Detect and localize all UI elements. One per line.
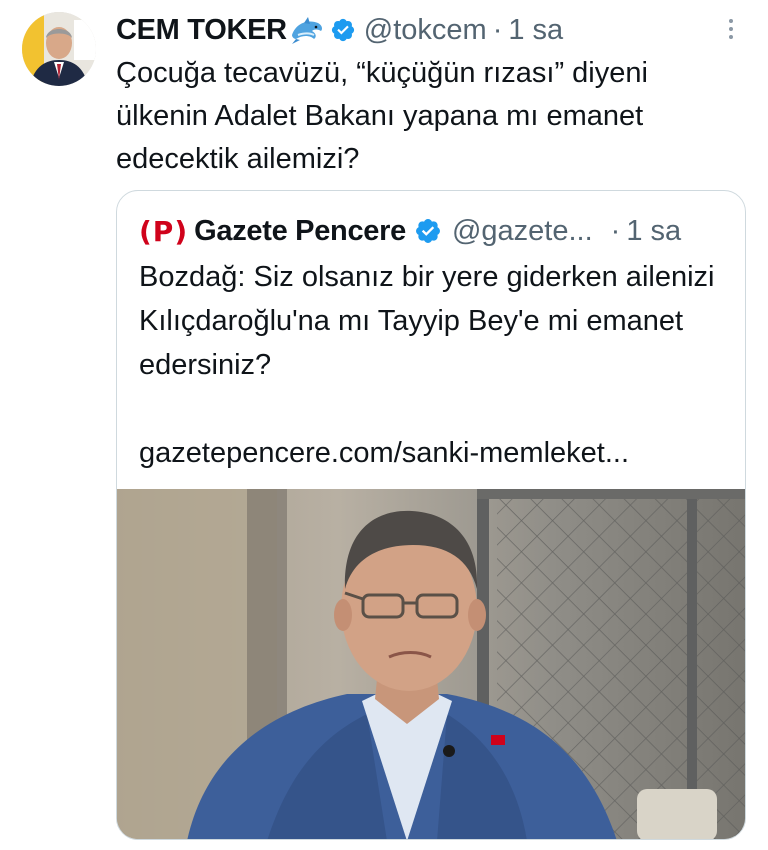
quoted-tweet-link[interactable]: gazetepencere.com/sanki-memleket... xyxy=(139,431,729,475)
author-name[interactable]: CEM TOKER xyxy=(116,14,287,47)
quoted-tweet-header: (P) Gazete Pencere @gazete... · 1 sa xyxy=(139,213,729,249)
tweet[interactable]: CEM TOKER @tokcem · 1 sa Çocuğa tecavüzü… xyxy=(0,0,768,850)
verified-badge-icon xyxy=(330,17,356,43)
timestamp[interactable]: 1 sa xyxy=(508,14,563,47)
avatar[interactable] xyxy=(22,12,96,86)
author-handle[interactable]: @tokcem xyxy=(364,14,487,47)
gazete-pencere-logo: (P) xyxy=(139,214,189,248)
news-photo-illustration xyxy=(117,489,745,839)
quoted-tweet-card[interactable]: (P) Gazete Pencere @gazete... · 1 sa Boz… xyxy=(116,190,746,840)
tweet-header: CEM TOKER @tokcem · 1 sa xyxy=(116,12,736,48)
news-photo[interactable] xyxy=(117,489,745,839)
more-options-icon[interactable] xyxy=(716,14,746,44)
separator-dot: · xyxy=(492,13,503,46)
tweet-text: Çocuğa tecavüzü, “küçüğün rızası” diyeni… xyxy=(116,57,648,175)
quoted-author-handle[interactable]: @gazete... xyxy=(452,215,593,248)
quoted-author-name[interactable]: Gazete Pencere xyxy=(194,215,406,248)
separator-dot: · xyxy=(610,214,621,247)
quoted-tweet-text: Bozdağ: Siz olsanız bir yere giderken ai… xyxy=(139,261,715,381)
verified-badge-icon xyxy=(414,217,442,245)
dolphin-icon xyxy=(290,15,324,45)
avatar-photo xyxy=(22,12,96,86)
quoted-timestamp[interactable]: 1 sa xyxy=(626,215,681,248)
